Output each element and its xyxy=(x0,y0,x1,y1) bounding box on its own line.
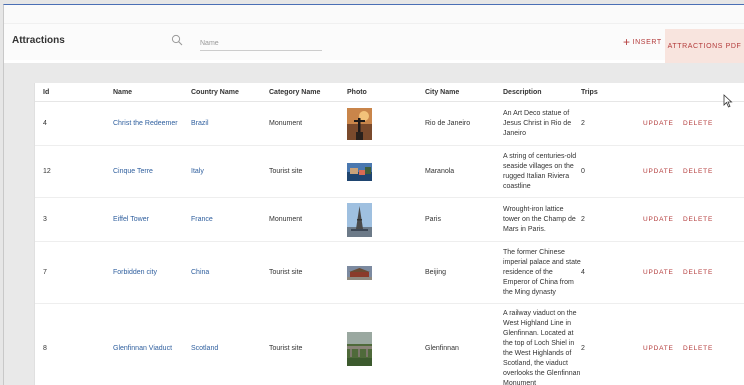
column-header-name[interactable]: Name xyxy=(113,83,191,102)
cell-city: Paris xyxy=(425,198,503,242)
delete-button[interactable]: DELETE xyxy=(683,102,744,146)
update-button[interactable]: UPDATE xyxy=(643,242,683,304)
cell-description: A railway viaduct on the West Highland L… xyxy=(503,304,581,385)
attractions-table-card: Id Name Country Name Category Name Photo… xyxy=(34,83,744,385)
cell-id: 3 xyxy=(35,198,113,242)
cell-trips: 2 xyxy=(581,304,643,385)
cell-trips: 2 xyxy=(581,102,643,146)
country-link[interactable]: Italy xyxy=(191,146,269,198)
delete-button[interactable]: DELETE xyxy=(683,146,744,198)
attraction-name-link[interactable]: Cinque Terre xyxy=(113,146,191,198)
country-link[interactable]: France xyxy=(191,198,269,242)
cell-category: Tourist site xyxy=(269,304,347,385)
cell-description: The former Chinese imperial palace and s… xyxy=(503,242,581,304)
palace-photo xyxy=(347,266,372,280)
cell-description: Wrought-iron lattice tower on the Champ … xyxy=(503,198,581,242)
cell-category: Monument xyxy=(269,102,347,146)
table-header-row: Id Name Country Name Category Name Photo… xyxy=(35,83,744,102)
statue-photo xyxy=(347,108,372,140)
column-header-city[interactable]: City Name xyxy=(425,83,503,102)
update-button[interactable]: UPDATE xyxy=(643,102,683,146)
table-row: 12 Cinque Terre Italy Tourist site Ma xyxy=(35,146,744,198)
column-header-country[interactable]: Country Name xyxy=(191,83,269,102)
cell-photo xyxy=(347,198,425,242)
cell-id: 7 xyxy=(35,242,113,304)
insert-button[interactable]: + INSERT xyxy=(623,34,662,50)
cell-city: Rio de Janeiro xyxy=(425,102,503,146)
column-header-delete xyxy=(683,83,744,102)
cell-trips: 2 xyxy=(581,198,643,242)
insert-label: INSERT xyxy=(633,39,662,46)
country-link[interactable]: Scotland xyxy=(191,304,269,385)
viaduct-photo xyxy=(347,332,372,366)
attraction-name-link[interactable]: Eiffel Tower xyxy=(113,198,191,242)
cell-trips: 4 xyxy=(581,242,643,304)
attraction-name-link[interactable]: Glenfinnan Viaduct xyxy=(113,304,191,385)
page-header xyxy=(4,5,744,59)
search-input[interactable] xyxy=(200,36,322,51)
cell-category: Tourist site xyxy=(269,242,347,304)
cell-id: 4 xyxy=(35,102,113,146)
page-title: Attractions xyxy=(12,35,65,46)
cell-id: 12 xyxy=(35,146,113,198)
update-button[interactable]: UPDATE xyxy=(643,146,683,198)
attraction-name-link[interactable]: Forbidden city xyxy=(113,242,191,304)
column-header-category[interactable]: Category Name xyxy=(269,83,347,102)
cell-city: Glenfinnan xyxy=(425,304,503,385)
cell-photo xyxy=(347,146,425,198)
mouse-cursor-icon xyxy=(723,94,733,108)
delete-button[interactable]: DELETE xyxy=(683,198,744,242)
country-link[interactable]: China xyxy=(191,242,269,304)
column-header-trips[interactable]: Trips xyxy=(581,83,643,102)
update-button[interactable]: UPDATE xyxy=(643,304,683,385)
delete-button[interactable]: DELETE xyxy=(683,242,744,304)
update-button[interactable]: UPDATE xyxy=(643,198,683,242)
tower-photo xyxy=(347,203,372,237)
app-window: Attractions + INSERT ATTRACTIONS PDF Id … xyxy=(3,4,744,385)
cell-category: Monument xyxy=(269,198,347,242)
attractions-pdf-button[interactable]: ATTRACTIONS PDF xyxy=(665,29,744,63)
coast-photo xyxy=(347,163,372,181)
cell-city: Beijing xyxy=(425,242,503,304)
plus-icon: + xyxy=(623,36,631,48)
column-header-id[interactable]: Id xyxy=(35,83,113,102)
delete-button[interactable]: DELETE xyxy=(683,304,744,385)
table-row: 3 Eiffel Tower France Monument Paris xyxy=(35,198,744,242)
cell-photo xyxy=(347,242,425,304)
table-row: 7 Forbidden city China Tourist site Beij… xyxy=(35,242,744,304)
cell-id: 8 xyxy=(35,304,113,385)
attraction-name-link[interactable]: Christ the Redeemer xyxy=(113,102,191,146)
cell-description: An Art Deco statue of Jesus Christ in Ri… xyxy=(503,102,581,146)
cell-trips: 0 xyxy=(581,146,643,198)
cell-category: Tourist site xyxy=(269,146,347,198)
country-link[interactable]: Brazil xyxy=(191,102,269,146)
cell-city: Maranola xyxy=(425,146,503,198)
cell-photo xyxy=(347,102,425,146)
attractions-table: Id Name Country Name Category Name Photo… xyxy=(35,83,744,385)
column-header-photo[interactable]: Photo xyxy=(347,83,425,102)
cell-photo xyxy=(347,304,425,385)
cell-description: A string of centuries-old seaside villag… xyxy=(503,146,581,198)
table-row: 8 Glenfinnan Viaduct Scotland Tourist si… xyxy=(35,304,744,385)
search-icon xyxy=(171,34,183,46)
table-row: 4 Christ the Redeemer Brazil Monument xyxy=(35,102,744,146)
column-header-description[interactable]: Description xyxy=(503,83,581,102)
column-header-update xyxy=(643,83,683,102)
